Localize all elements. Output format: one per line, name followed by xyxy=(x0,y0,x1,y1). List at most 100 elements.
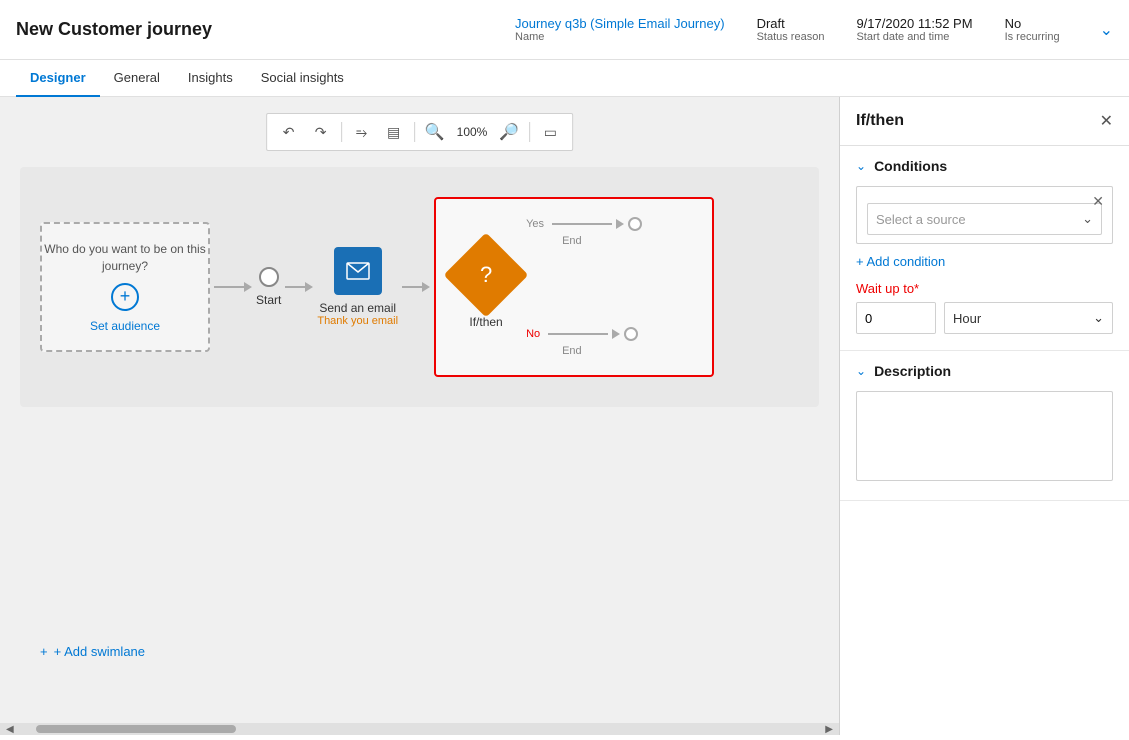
canvas-content: Who do you want to be on this journey? +… xyxy=(20,167,819,675)
email-sublabel: Thank you email xyxy=(317,315,398,327)
grid-button[interactable]: ▤ xyxy=(380,118,408,146)
journey-name-field: Journey q3b (Simple Email Journey) Name xyxy=(515,16,725,43)
no-arrowhead xyxy=(612,329,620,339)
wait-unit-chevron-icon: ⌄ xyxy=(1093,310,1104,326)
panel-close-button[interactable]: ✕ xyxy=(1100,111,1113,131)
connector-2 xyxy=(285,282,313,292)
select-source-dropdown[interactable]: Select a source ⌄ xyxy=(867,203,1102,235)
scroll-left-arrow[interactable]: ◀ xyxy=(4,724,16,735)
is-recurring-label: Is recurring xyxy=(1005,31,1060,43)
description-title: Description xyxy=(874,363,951,379)
start-node[interactable] xyxy=(259,267,279,287)
ifthen-branches: Yes End No xyxy=(526,217,692,357)
start-label: Start xyxy=(256,293,281,307)
description-header[interactable]: ⌄ Description xyxy=(840,351,1129,391)
add-condition-link[interactable]: + Add condition xyxy=(856,254,945,269)
status-reason-label: Status reason xyxy=(757,31,825,43)
set-audience-box[interactable]: Who do you want to be on this journey? +… xyxy=(40,222,210,352)
no-end-label: End xyxy=(562,345,582,357)
right-panel: If/then ✕ ⌄ Conditions ✕ Select a source… xyxy=(839,97,1129,735)
yes-end-node xyxy=(628,217,642,231)
yes-end-label: End xyxy=(562,235,582,247)
email-icon xyxy=(346,262,370,280)
wait-label: Wait up to* xyxy=(856,281,1113,296)
canvas-area: ↶ ↷ ⥱ ▤ 🔍 100% 🔎 ▭ Who do you want to be… xyxy=(0,97,839,735)
connector-3 xyxy=(402,282,430,292)
header-meta: Journey q3b (Simple Email Journey) Name … xyxy=(515,16,1113,43)
set-audience-plus-icon[interactable]: + xyxy=(111,283,139,311)
wait-number-field: ▲ ▼ xyxy=(856,302,936,334)
scrollbar-thumb[interactable] xyxy=(36,725,236,733)
wait-unit-value: Hour xyxy=(953,311,981,326)
description-section: ⌄ Description xyxy=(840,351,1129,501)
wait-required-star: * xyxy=(914,281,919,296)
conditions-chevron-icon: ⌄ xyxy=(856,159,866,173)
set-audience-link[interactable]: Set audience xyxy=(90,319,160,333)
status-reason-field: Draft Status reason xyxy=(757,16,825,43)
swimlane: Who do you want to be on this journey? +… xyxy=(20,167,819,407)
condition-close-button[interactable]: ✕ xyxy=(1092,193,1104,210)
expand-button[interactable]: ⥱ xyxy=(348,118,376,146)
zoom-in-button[interactable]: 🔎 xyxy=(495,118,523,146)
yes-arrowhead xyxy=(616,219,624,229)
toolbar-divider-1 xyxy=(341,122,342,142)
toolbar-divider-3 xyxy=(529,122,530,142)
wait-number-input[interactable] xyxy=(857,303,936,333)
conditions-header[interactable]: ⌄ Conditions xyxy=(840,146,1129,186)
add-swimlane-button[interactable]: + + Add swimlane xyxy=(40,644,145,659)
description-body xyxy=(840,391,1129,500)
zoom-level: 100% xyxy=(453,125,492,139)
journey-name-value: Journey q3b (Simple Email Journey) xyxy=(515,16,725,31)
scroll-right-arrow[interactable]: ▶ xyxy=(823,724,835,735)
email-label: Send an email xyxy=(319,301,396,315)
page-title: New Customer journey xyxy=(16,19,212,40)
wait-inputs: ▲ ▼ Hour ⌄ xyxy=(856,302,1113,334)
set-audience-text: Who do you want to be on this journey? xyxy=(42,241,208,275)
nav-tabs: Designer General Insights Social insight… xyxy=(0,60,1129,97)
description-textarea[interactable] xyxy=(856,391,1113,481)
redo-button[interactable]: ↷ xyxy=(307,118,335,146)
email-node-wrapper: Send an email Thank you email xyxy=(317,247,398,327)
start-date-label: Start date and time xyxy=(856,31,949,43)
conditions-title: Conditions xyxy=(874,158,947,174)
tab-general[interactable]: General xyxy=(100,60,174,97)
start-date-value: 9/17/2020 11:52 PM xyxy=(856,16,972,31)
condition-box: ✕ Select a source ⌄ xyxy=(856,186,1113,244)
email-node[interactable] xyxy=(334,247,382,295)
ifthen-label: If/then xyxy=(469,315,502,329)
no-label: No xyxy=(526,328,540,340)
tab-social-insights[interactable]: Social insights xyxy=(247,60,358,97)
select-source-chevron-icon: ⌄ xyxy=(1082,211,1093,227)
toolbar-divider-2 xyxy=(414,122,415,142)
add-swimlane-label: + Add swimlane xyxy=(54,644,145,659)
tab-designer[interactable]: Designer xyxy=(16,60,100,97)
description-chevron-icon: ⌄ xyxy=(856,364,866,378)
tab-insights[interactable]: Insights xyxy=(174,60,247,97)
top-header: New Customer journey Journey q3b (Simple… xyxy=(0,0,1129,60)
diamond-wrapper: ? If/then xyxy=(456,245,516,329)
fit-button[interactable]: ▭ xyxy=(536,118,564,146)
wait-unit-dropdown[interactable]: Hour ⌄ xyxy=(944,302,1113,334)
question-icon: ? xyxy=(480,262,492,288)
journey-name-label: Name xyxy=(515,31,544,43)
zoom-out-button[interactable]: 🔍 xyxy=(421,118,449,146)
status-reason-value: Draft xyxy=(757,16,785,31)
diamond-node[interactable]: ? xyxy=(444,233,529,318)
no-line xyxy=(548,333,608,335)
ifthen-container[interactable]: ? If/then Yes xyxy=(434,197,714,377)
yes-line xyxy=(552,223,612,225)
undo-button[interactable]: ↶ xyxy=(275,118,303,146)
is-recurring-field: No Is recurring xyxy=(1005,16,1060,43)
select-source-placeholder: Select a source xyxy=(876,212,966,227)
is-recurring-value: No xyxy=(1005,16,1022,31)
main-layout: ↶ ↷ ⥱ ▤ 🔍 100% 🔎 ▭ Who do you want to be… xyxy=(0,97,1129,735)
header-expand-icon[interactable]: ⌄ xyxy=(1100,20,1113,40)
canvas-scrollbar[interactable]: ◀ ▶ xyxy=(0,723,839,735)
start-date-field: 9/17/2020 11:52 PM Start date and time xyxy=(856,16,972,43)
conditions-body: ✕ Select a source ⌄ + Add condition Wait… xyxy=(840,186,1129,350)
panel-title: If/then xyxy=(856,112,904,130)
no-branch-row: No xyxy=(526,327,638,341)
connector-1 xyxy=(214,282,252,292)
panel-header: If/then ✕ xyxy=(840,97,1129,146)
canvas-toolbar: ↶ ↷ ⥱ ▤ 🔍 100% 🔎 ▭ xyxy=(266,113,574,151)
